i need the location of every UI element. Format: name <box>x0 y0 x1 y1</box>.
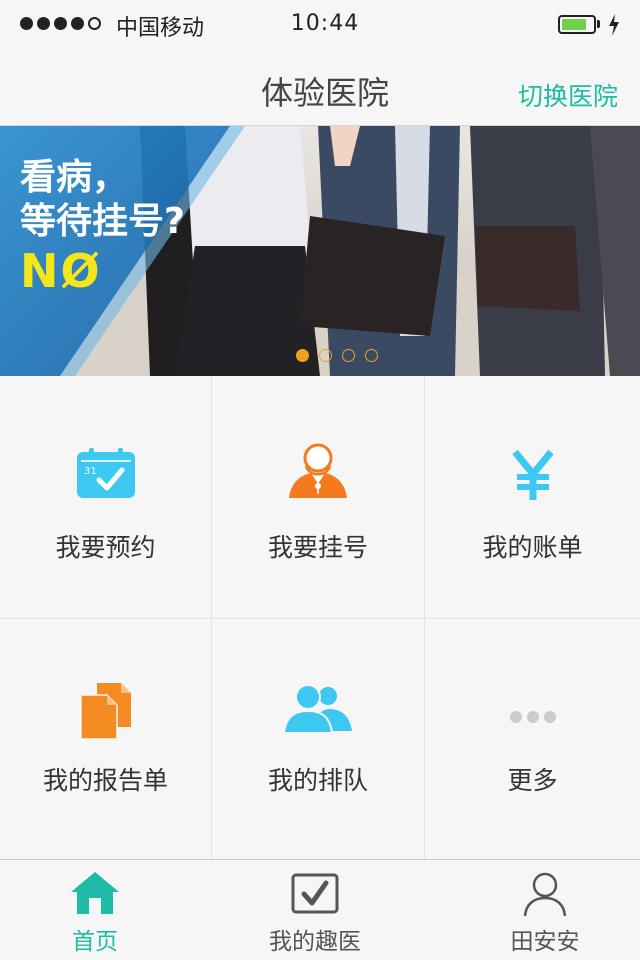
registration-button[interactable]: 我要挂号 <box>212 376 425 619</box>
yen-icon <box>511 450 554 500</box>
tab-home[interactable]: 首页 <box>0 860 190 960</box>
status-bar: 中国移动 10:44 <box>0 0 640 48</box>
home-icon <box>71 872 119 914</box>
calendar-check-icon: 31 <box>76 448 135 498</box>
pager-dot[interactable] <box>296 349 309 362</box>
tab-my-quyi[interactable]: 我的趣医 <box>220 860 410 960</box>
banner-headline: 看病， <box>20 157 129 198</box>
checkbox-icon <box>291 873 339 914</box>
pager-dot[interactable] <box>342 349 355 362</box>
battery-icon <box>558 15 596 34</box>
report-label: 我的报告单 <box>42 766 168 795</box>
report-button[interactable]: 我的报告单 <box>0 619 212 859</box>
appointment-button[interactable]: 31 我要预约 <box>0 376 212 619</box>
tab-profile-label: 田安安 <box>510 929 580 955</box>
bill-label: 我的账单 <box>482 533 583 562</box>
more-label: 更多 <box>507 766 558 795</box>
tab-home-label: 首页 <box>72 929 118 955</box>
people-icon <box>284 685 352 733</box>
switch-hospital-button[interactable]: 切换医院 <box>518 77 618 113</box>
queue-button[interactable]: 我的排队 <box>212 619 425 859</box>
doctor-icon <box>289 443 347 498</box>
pager-dot[interactable] <box>365 349 378 362</box>
banner-subheadline: 等待挂号? <box>20 201 185 242</box>
bill-button[interactable]: 我的账单 <box>425 376 640 619</box>
clock: 10:44 <box>290 11 360 36</box>
navigation-bar: 体验医院 切换医院 <box>0 48 640 126</box>
banner-no-text: NØ <box>20 244 102 298</box>
svg-text:31: 31 <box>84 466 97 477</box>
tab-bar: 首页 我的趣医 田安安 <box>0 859 640 960</box>
queue-label: 我的排队 <box>267 766 368 795</box>
more-dots-icon <box>509 711 556 723</box>
function-grid: 31 我要预约 我要挂号 我的账单 我的报告单 我的排队 更多 <box>0 376 640 859</box>
more-button[interactable]: 更多 <box>425 619 640 859</box>
promo-banner[interactable]: 看病， 等待挂号? NØ <box>0 126 640 376</box>
user-icon <box>523 872 567 916</box>
documents-icon <box>80 683 131 739</box>
charging-icon <box>609 14 619 36</box>
banner-pager[interactable] <box>296 349 378 362</box>
tab-profile[interactable]: 田安安 <box>450 860 640 960</box>
appointment-label: 我要预约 <box>55 533 156 562</box>
pager-dot[interactable] <box>319 349 332 362</box>
registration-label: 我要挂号 <box>267 533 368 562</box>
tab-my-quyi-label: 我的趣医 <box>269 929 361 955</box>
